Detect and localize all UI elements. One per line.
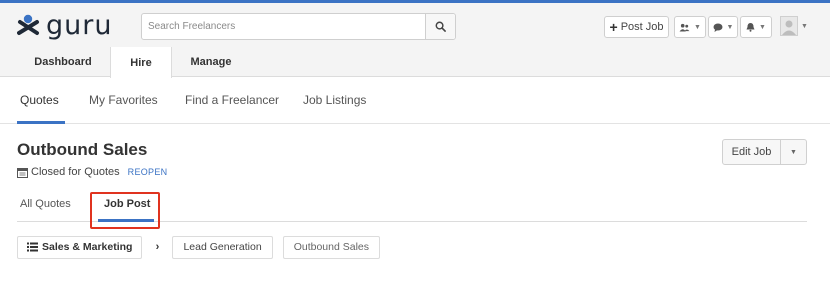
bell-icon xyxy=(746,23,755,32)
tab-hire[interactable]: Hire xyxy=(110,47,172,78)
breadcrumb: Sales & Marketing › Lead Generation Outb… xyxy=(17,235,380,259)
breadcrumb-category-label: Sales & Marketing xyxy=(42,241,133,253)
post-job-label: Post Job xyxy=(620,21,664,33)
messages-menu-button[interactable]: ▼ xyxy=(708,16,738,38)
contacts-menu-button[interactable]: ▼ xyxy=(674,16,706,38)
edit-job-dropdown: Edit Job ▼ xyxy=(722,139,807,165)
active-subnav-indicator xyxy=(17,121,65,124)
job-status: Closed for Quotes REOPEN xyxy=(17,166,167,178)
main-tabs: Dashboard Hire Manage xyxy=(0,47,830,78)
header-bar: guru + Post Job ▼ ▼ ▼ xyxy=(0,3,830,47)
chevron-down-icon: ▼ xyxy=(759,23,766,31)
subnav-quotes[interactable]: Quotes xyxy=(20,93,59,107)
chevron-down-icon: ▼ xyxy=(801,22,808,30)
breadcrumb-subcategory[interactable]: Lead Generation xyxy=(172,235,273,259)
logo[interactable]: guru xyxy=(17,10,112,40)
subnav-job-listings[interactable]: Job Listings xyxy=(303,93,366,107)
subnav-find-a-freelancer[interactable]: Find a Freelancer xyxy=(185,93,279,107)
hire-subnav: Quotes My Favorites Find a Freelancer Jo… xyxy=(0,77,830,124)
search-button[interactable] xyxy=(425,14,455,39)
edit-job-button[interactable]: Edit Job xyxy=(723,140,781,164)
chat-icon xyxy=(713,23,723,32)
reopen-link[interactable]: REOPEN xyxy=(128,167,168,177)
search-box xyxy=(141,13,456,40)
breadcrumb-category[interactable]: Sales & Marketing xyxy=(17,235,143,259)
list-icon xyxy=(27,242,38,252)
user-icon xyxy=(782,20,796,35)
logo-text: guru xyxy=(46,9,113,41)
post-job-button[interactable]: + Post Job xyxy=(604,16,669,38)
chevron-down-icon: ▼ xyxy=(726,23,734,31)
page-title: Outbound Sales xyxy=(17,140,148,159)
avatar[interactable] xyxy=(780,16,798,36)
search-input[interactable] xyxy=(142,14,425,39)
tab-manage[interactable]: Manage xyxy=(172,47,250,77)
guru-logo-icon xyxy=(17,14,39,35)
chevron-down-icon: ▼ xyxy=(790,148,797,156)
chevron-right-icon: › xyxy=(155,241,160,253)
edit-job-options-button[interactable]: ▼ xyxy=(781,140,806,164)
tab-all-quotes[interactable]: All Quotes xyxy=(20,198,71,210)
highlight-annotation xyxy=(90,192,160,229)
contacts-icon xyxy=(679,23,690,32)
subnav-my-favorites[interactable]: My Favorites xyxy=(89,93,158,107)
search-icon xyxy=(435,21,446,32)
tab-dashboard[interactable]: Dashboard xyxy=(17,47,109,77)
status-text: Closed for Quotes xyxy=(31,166,120,178)
plus-icon: + xyxy=(609,19,618,35)
notifications-menu-button[interactable]: ▼ xyxy=(740,16,772,38)
chevron-down-icon: ▼ xyxy=(694,23,701,31)
breadcrumb-skill[interactable]: Outbound Sales xyxy=(282,235,380,259)
calendar-icon xyxy=(17,167,28,178)
account-menu[interactable]: ▼ xyxy=(780,16,808,36)
